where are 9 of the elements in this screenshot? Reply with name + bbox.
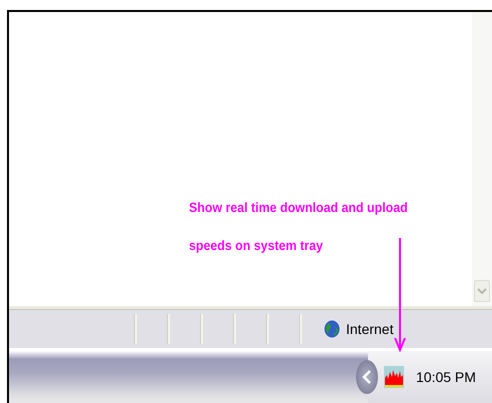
zone-label: Internet [346, 321, 394, 337]
chevron-down-icon [477, 287, 487, 295]
clock[interactable]: 10:05 PM [416, 369, 476, 385]
scroll-down-button[interactable] [474, 280, 490, 302]
network-meter-icon[interactable] [384, 366, 404, 388]
chevron-icon[interactable] [356, 360, 378, 394]
globe-icon [324, 320, 340, 338]
annotation-text: Show real time download and upload [189, 200, 408, 215]
annotation-text: speeds on system tray [189, 238, 324, 253]
